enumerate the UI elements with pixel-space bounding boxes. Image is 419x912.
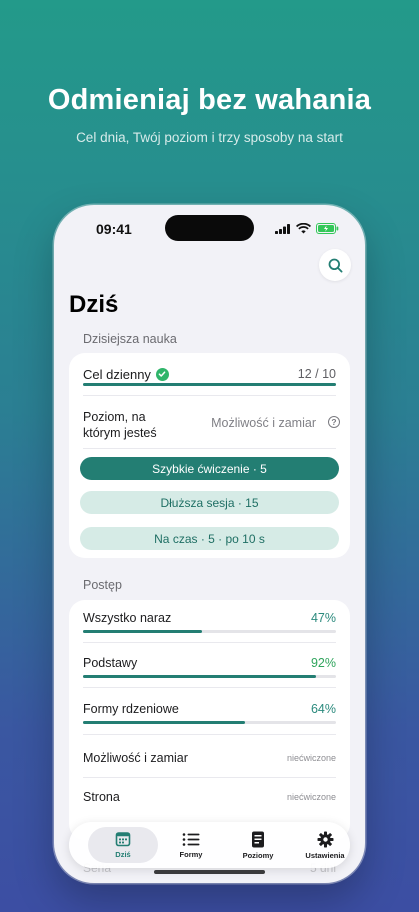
status-time: 09:41: [96, 221, 132, 237]
progress-percent: 92%: [310, 656, 336, 670]
tab-label: Ustawienia: [305, 850, 345, 860]
progress-row[interactable]: Możliwość i zamiar niećwiczone: [83, 751, 336, 767]
progress-bar-fill: [83, 630, 202, 633]
daily-goal-row: Cel dzienny 12 / 10: [83, 364, 336, 384]
hero-subtitle: Cel dnia, Twój poziom i trzy sposoby na …: [76, 130, 343, 145]
search-button[interactable]: [319, 249, 351, 281]
progress-label: Strona: [83, 790, 120, 804]
daily-goal-count: 12 / 10: [297, 367, 336, 381]
progress-status: niećwiczone: [286, 792, 336, 802]
progress-label: Formy rdzeniowe: [83, 702, 179, 716]
divider: [83, 777, 336, 778]
checkmark-icon: [155, 367, 169, 381]
calendar-icon: [115, 832, 131, 847]
tab-levels[interactable]: Poziomy: [227, 822, 289, 868]
hero-title: Odmieniaj bez wahania: [47, 84, 372, 116]
search-icon: [328, 258, 343, 273]
progress-card: Wszystko naraz 47% Podstawy 92% Formy rd…: [69, 600, 350, 840]
progress-row[interactable]: Strona niećwiczone: [83, 790, 336, 806]
document-icon: [252, 831, 264, 847]
progress-label: Wszystko naraz: [83, 611, 172, 625]
progress-label: Podstawy: [83, 656, 138, 670]
battery-icon: [316, 223, 339, 234]
progress-label: Możliwość i zamiar: [83, 751, 188, 765]
progress-bar-fill: [83, 721, 245, 724]
tab-label: Poziomy: [242, 850, 274, 860]
progress-percent: 47%: [310, 611, 336, 625]
tab-label: Dziś: [115, 850, 131, 859]
daily-goal-progress-bar: [83, 383, 336, 386]
longer-session-button[interactable]: Dłuższa sesja · 15: [80, 491, 339, 514]
progress-bar: [83, 630, 336, 633]
help-icon[interactable]: ?: [328, 416, 340, 428]
progress-bar: [83, 721, 336, 724]
divider: [83, 642, 336, 643]
phone-screen: 09:41 Dziś Dzisiejsza nauka Cel dzienny …: [54, 205, 365, 883]
tab-settings[interactable]: Ustawienia: [294, 822, 356, 868]
divider: [83, 734, 336, 735]
today-card: Cel dzienny 12 / 10 Poziom, na którym je…: [69, 353, 350, 558]
divider: [83, 395, 336, 396]
progress-row[interactable]: Formy rdzeniowe 64%: [83, 702, 336, 726]
gear-icon: [317, 831, 333, 847]
daily-goal-label: Cel dzienny: [83, 366, 151, 382]
progress-bar-fill: [83, 675, 316, 678]
daily-goal-progress-fill: [83, 383, 336, 386]
tab-bar: Dziś Formy Poziomy Ustawienia: [69, 822, 350, 868]
level-label: Poziom, na którym jesteś: [83, 410, 157, 440]
progress-row[interactable]: Wszystko naraz 47%: [83, 611, 336, 635]
quick-exercise-button[interactable]: Szybkie ćwiczenie · 5: [80, 457, 339, 480]
page-title: Dziś: [69, 291, 119, 318]
section-header-progress: Postęp: [83, 578, 122, 592]
progress-status: niećwiczone: [286, 753, 336, 763]
section-header-today: Dzisiejsza nauka: [83, 332, 177, 346]
status-icons: [275, 223, 339, 234]
signal-icon: [275, 223, 290, 234]
divider: [83, 687, 336, 688]
home-indicator: [154, 870, 265, 874]
tab-today[interactable]: Dziś: [88, 822, 158, 868]
timed-button[interactable]: Na czas · 5 · po 10 s: [80, 527, 339, 550]
tab-label: Formy: [179, 849, 203, 859]
list-icon: [182, 832, 200, 846]
divider: [83, 448, 336, 449]
wifi-icon: [296, 223, 311, 234]
dynamic-island: [165, 215, 254, 241]
progress-bar: [83, 675, 336, 678]
tab-forms[interactable]: Formy: [160, 822, 222, 868]
progress-row[interactable]: Podstawy 92%: [83, 656, 336, 680]
progress-percent: 64%: [310, 702, 336, 716]
level-value[interactable]: Możliwość i zamiar: [211, 416, 316, 430]
